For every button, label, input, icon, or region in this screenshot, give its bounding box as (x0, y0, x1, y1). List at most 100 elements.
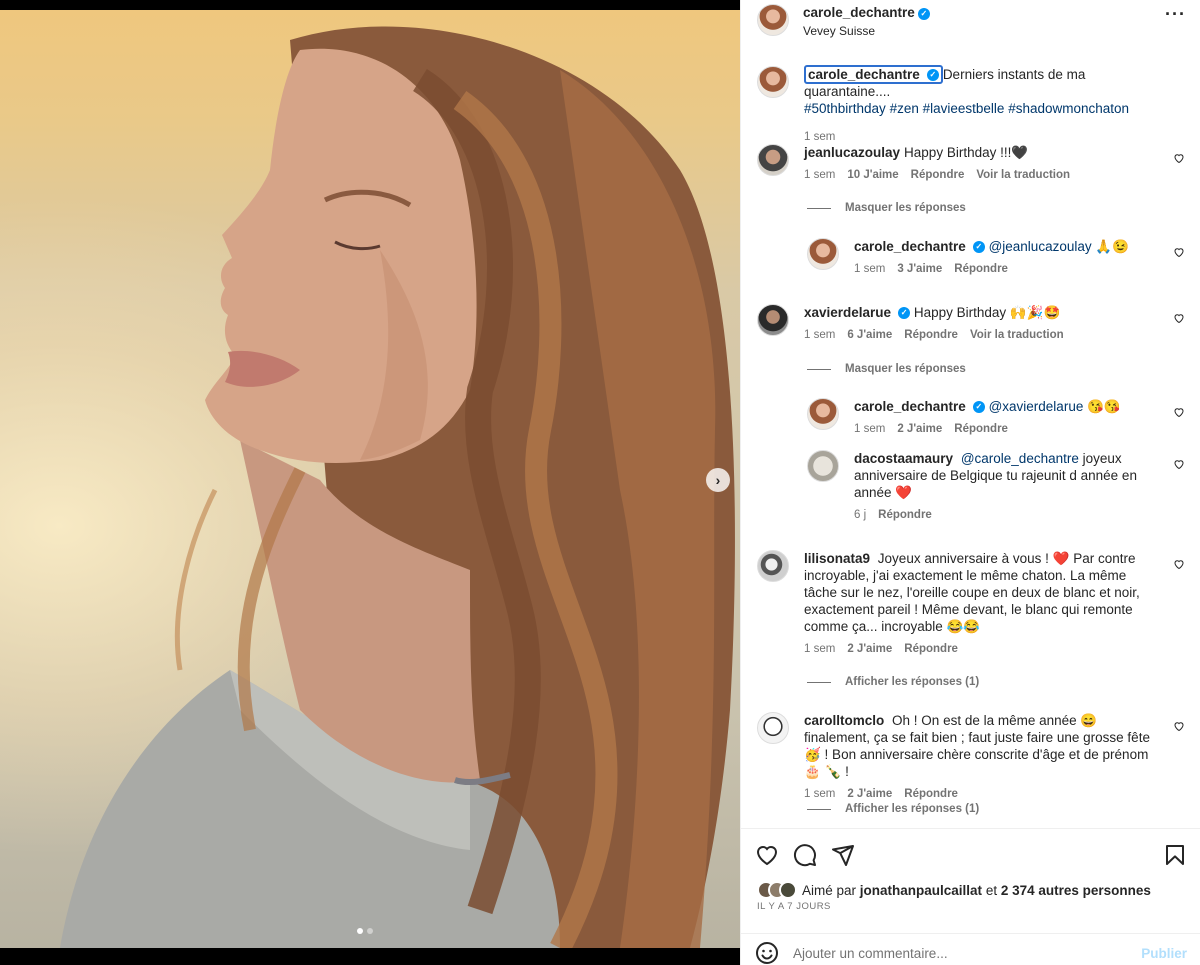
commenter-avatar[interactable] (757, 144, 789, 176)
comment-input[interactable] (793, 945, 1142, 961)
liker-avatar (779, 881, 797, 899)
comment-likes[interactable]: 2 J'aime (847, 786, 892, 803)
commenter-username[interactable]: xavierdelarue (804, 305, 891, 320)
portrait-illustration (60, 26, 735, 948)
translate-button[interactable]: Voir la traduction (970, 327, 1064, 344)
commenter-username[interactable]: carole_dechantre (854, 399, 966, 414)
likes-suffix: et (982, 882, 1001, 898)
emoji-icon[interactable] (755, 941, 779, 965)
comment-text: Happy Birthday !!!🖤 (904, 145, 1029, 160)
likes-summary: Aimé par jonathanpaulcaillat et 2 374 au… (757, 881, 1151, 899)
comment-likes[interactable]: 2 J'aime (897, 421, 942, 438)
like-heart-icon[interactable] (755, 843, 779, 867)
show-replies-toggle[interactable]: Afficher les réponses (1) (807, 676, 979, 688)
like-comment-icon[interactable] (1173, 406, 1185, 418)
publish-button[interactable]: Publier (1141, 946, 1187, 961)
reply-item: carole_dechantre ✓ @xavierdelarue 😘😘 1 se… (807, 398, 1185, 438)
commenter-avatar[interactable] (807, 450, 839, 482)
reply-button[interactable]: Répondre (904, 641, 958, 658)
reply-button[interactable]: Répondre (954, 261, 1008, 278)
verified-badge-icon: ✓ (972, 241, 985, 254)
post-media: › (0, 0, 740, 965)
comment-item: lilisonata9 Joyeux anniversaire à vous !… (757, 550, 1185, 658)
comment-item: xavierdelarue ✓ Happy Birthday 🙌🎉🤩 1 sem … (757, 304, 1185, 344)
comment-likes[interactable]: 10 J'aime (847, 167, 898, 184)
liker-username[interactable]: jonathanpaulcaillat (860, 883, 982, 898)
like-comment-icon[interactable] (1173, 720, 1185, 732)
carousel-dot (367, 928, 373, 934)
hide-replies-toggle[interactable]: Masquer les réponses (807, 202, 966, 214)
show-replies-label: Afficher les réponses (1) (845, 676, 980, 688)
comment-likes[interactable]: 6 J'aime (847, 327, 892, 344)
like-comment-icon[interactable] (1173, 246, 1185, 258)
commenter-avatar[interactable] (807, 398, 839, 430)
carousel-dot-active (357, 928, 363, 934)
reply-item: dacostaamaury @carole_dechantre joyeux a… (807, 450, 1185, 524)
reply-button[interactable]: Répondre (954, 421, 1008, 438)
hashtag-link[interactable]: #50thbirthday (804, 101, 886, 116)
commenter-avatar[interactable] (757, 712, 789, 744)
comment-item: carolltomclo Oh ! On est de la même anné… (757, 712, 1185, 803)
mention-link[interactable]: @carole_dechantre (961, 451, 1079, 466)
carousel-indicator (357, 928, 373, 934)
reply-button[interactable]: Répondre (904, 786, 958, 803)
reply-button[interactable]: Répondre (904, 327, 958, 344)
reply-button[interactable]: Répondre (911, 167, 965, 184)
more-options-button[interactable]: ··· (1165, 4, 1186, 25)
likes-others-link[interactable]: 2 374 autres personnes (1001, 883, 1151, 898)
post-timestamp[interactable]: IL Y A 7 JOURS (757, 901, 831, 912)
caption-username[interactable]: carole_dechantre (808, 67, 920, 82)
comment-text: 😘😘 (1083, 399, 1121, 414)
mention-link[interactable]: @xavierdelarue (989, 399, 1084, 414)
comment-time[interactable]: 1 sem (854, 261, 885, 278)
comment-time[interactable]: 1 sem (804, 641, 835, 658)
like-comment-icon[interactable] (1173, 312, 1185, 324)
verified-badge-icon: ✓ (972, 401, 985, 414)
show-replies-toggle[interactable]: Afficher les réponses (1) (807, 803, 979, 815)
hashtag-link[interactable]: #shadowmonchaton (1008, 101, 1129, 116)
comment-text: 🙏😉 (1091, 239, 1129, 254)
hide-replies-label: Masquer les réponses (845, 202, 966, 214)
verified-badge-icon: ✓ (917, 7, 930, 20)
add-comment-bar: Publier (741, 933, 1200, 965)
comment-time[interactable]: 1 sem (804, 786, 835, 803)
author-avatar[interactable] (757, 4, 789, 36)
commenter-avatar[interactable] (757, 304, 789, 336)
comment-bubble-icon[interactable] (793, 843, 817, 867)
like-comment-icon[interactable] (1173, 458, 1185, 470)
like-comment-icon[interactable] (1173, 152, 1185, 164)
reply-item: carole_dechantre ✓ @jeanlucazoulay 🙏😉 1 s… (807, 238, 1185, 278)
show-replies-label: Afficher les réponses (1) (845, 803, 980, 815)
hide-replies-label: Masquer les réponses (845, 363, 966, 375)
carousel-next-button[interactable]: › (706, 468, 730, 492)
commenter-username[interactable]: carole_dechantre (854, 239, 966, 254)
commenter-avatar[interactable] (757, 550, 789, 582)
comment-likes[interactable]: 3 J'aime (897, 261, 942, 278)
comment-likes[interactable]: 2 J'aime (847, 641, 892, 658)
share-send-icon[interactable] (831, 843, 855, 867)
save-bookmark-icon[interactable] (1163, 843, 1187, 867)
commenter-username[interactable]: carolltomclo (804, 713, 884, 728)
post-caption: carole_dechantre ✓ Derniers instants de ma… (757, 65, 1185, 146)
commenter-username[interactable]: dacostaamaury (854, 451, 953, 466)
post-location[interactable]: Vevey Suisse (803, 22, 1165, 40)
commenter-username[interactable]: lilisonata9 (804, 551, 870, 566)
hide-replies-toggle[interactable]: Masquer les réponses (807, 363, 966, 375)
mention-link[interactable]: @jeanlucazoulay (989, 239, 1092, 254)
verified-badge-icon: ✓ (926, 69, 939, 82)
commenter-avatar[interactable] (807, 238, 839, 270)
hashtag-link[interactable]: #lavieestbelle (923, 101, 1005, 116)
commenter-username[interactable]: jeanlucazoulay (804, 145, 900, 160)
comment-time[interactable]: 1 sem (854, 421, 885, 438)
like-comment-icon[interactable] (1173, 558, 1185, 570)
author-username[interactable]: carole_dechantre (803, 5, 915, 20)
caption-avatar[interactable] (757, 66, 789, 98)
comment-time[interactable]: 6 j (854, 507, 866, 524)
post-header: carole_dechantre ✓ Vevey Suisse ··· (741, 0, 1200, 52)
reply-button[interactable]: Répondre (878, 507, 932, 524)
verified-badge-icon: ✓ (898, 307, 911, 320)
hashtag-link[interactable]: #zen (890, 101, 919, 116)
comment-time[interactable]: 1 sem (804, 327, 835, 344)
translate-button[interactable]: Voir la traduction (976, 167, 1070, 184)
comment-time[interactable]: 1 sem (804, 167, 835, 184)
